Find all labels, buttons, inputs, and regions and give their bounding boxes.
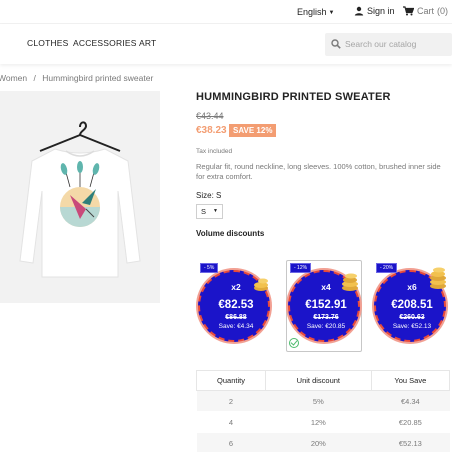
volume-card-tag: - 12% bbox=[290, 263, 312, 273]
column-header-you-save: You Save bbox=[370, 370, 451, 391]
table-cell: 2 bbox=[196, 390, 266, 412]
coins-icon bbox=[254, 278, 268, 291]
nav-item-clothes[interactable]: CLOTHES bbox=[27, 38, 69, 48]
caret-down-icon: ▼ bbox=[213, 208, 218, 214]
breadcrumb: Women / Hummingbird printed sweater bbox=[0, 73, 153, 83]
volume-card-old-price: €173.76 bbox=[313, 314, 339, 321]
breadcrumb-item-women[interactable]: Women bbox=[0, 73, 27, 83]
cart-label: Cart bbox=[417, 6, 435, 16]
current-price: €38.23 bbox=[196, 125, 227, 136]
nav-item-art[interactable]: ART bbox=[139, 38, 156, 48]
table-cell: 6 bbox=[196, 432, 266, 452]
breadcrumb-item-current: Hummingbird printed sweater bbox=[42, 73, 154, 83]
search-placeholder: Search our catalog bbox=[345, 39, 417, 49]
sign-in-link[interactable]: Sign in bbox=[354, 6, 395, 16]
volume-card-old-price: €86.88 bbox=[225, 314, 247, 321]
table-cell: €4.34 bbox=[371, 390, 450, 412]
table-cell: 5% bbox=[265, 390, 372, 412]
regular-price: €43.44 bbox=[196, 111, 224, 121]
language-label: English bbox=[297, 7, 327, 17]
volume-discount-table: Quantity Unit discount You Save 2 5% €4.… bbox=[196, 370, 451, 452]
volume-card-save: Save: €20.85 bbox=[306, 323, 346, 330]
column-header-unit-discount: Unit discount bbox=[264, 370, 372, 391]
volume-card-save: Save: €52.13 bbox=[392, 323, 432, 330]
caret-down-icon: ▼ bbox=[328, 10, 335, 16]
volume-card-price: €82.53 bbox=[218, 299, 254, 311]
coins-icon bbox=[430, 267, 446, 289]
top-bar: English ▼ Sign in Cart (0) bbox=[0, 0, 452, 24]
table-cell: €52.13 bbox=[371, 432, 450, 452]
search-icon bbox=[331, 39, 341, 49]
volume-card-old-price: €260.63 bbox=[399, 314, 425, 321]
table-row: 4 12% €20.85 bbox=[196, 411, 450, 433]
tax-label: Tax included bbox=[196, 148, 233, 155]
main-nav: CLOTHES ACCESSORIES ART Search our catal… bbox=[0, 24, 452, 64]
product-image[interactable] bbox=[0, 91, 160, 303]
volume-card-x6[interactable]: x6 €208.51 €260.63 Save: €52.13 - 20% bbox=[372, 260, 448, 352]
size-label: Size: S bbox=[196, 191, 222, 200]
discount-badge: SAVE 12% bbox=[229, 124, 277, 137]
shopping-cart-icon bbox=[403, 6, 414, 16]
language-selector[interactable]: English ▼ bbox=[297, 7, 334, 17]
table-cell: 12% bbox=[265, 411, 372, 433]
volume-card-tag: - 5% bbox=[200, 263, 219, 273]
sign-in-label: Sign in bbox=[367, 6, 395, 16]
volume-card-x2[interactable]: x2 €82.53 €86.88 Save: €4.34 - 5% bbox=[196, 260, 272, 352]
volume-card-price: €152.91 bbox=[305, 299, 347, 311]
table-cell: 20% bbox=[265, 432, 372, 452]
table-header-row: Quantity Unit discount You Save bbox=[196, 370, 451, 391]
table-cell: 4 bbox=[196, 411, 266, 433]
table-row: 2 5% €4.34 bbox=[196, 390, 450, 412]
product-title: HUMMINGBIRD PRINTED SWEATER bbox=[196, 91, 391, 103]
volume-card-price: €208.51 bbox=[391, 299, 433, 311]
search-input[interactable]: Search our catalog bbox=[325, 33, 452, 56]
nav-item-accessories[interactable]: ACCESSORIES bbox=[73, 38, 137, 48]
cart-count: (0) bbox=[437, 6, 449, 16]
table-cell: €20.85 bbox=[371, 411, 450, 433]
product-description: Regular fit, round neckline, long sleeve… bbox=[196, 162, 441, 181]
volume-card-tag: - 20% bbox=[376, 263, 398, 273]
selected-check-icon bbox=[289, 338, 299, 348]
table-row: 6 20% €52.13 bbox=[196, 432, 450, 452]
volume-discounts-title: Volume discounts bbox=[196, 229, 265, 238]
volume-card-x4[interactable]: x4 €152.91 €173.76 Save: €20.85 - 12% bbox=[286, 260, 362, 352]
breadcrumb-separator: / bbox=[33, 73, 36, 83]
cart-link[interactable]: Cart (0) bbox=[403, 6, 448, 16]
sweater-illustration bbox=[19, 121, 141, 278]
user-icon bbox=[354, 6, 364, 16]
volume-card-save: Save: €4.34 bbox=[218, 323, 254, 330]
size-select[interactable]: S ▼ bbox=[196, 204, 223, 219]
column-header-quantity: Quantity bbox=[196, 370, 266, 391]
size-select-value: S bbox=[201, 207, 207, 216]
coins-icon bbox=[342, 273, 358, 291]
